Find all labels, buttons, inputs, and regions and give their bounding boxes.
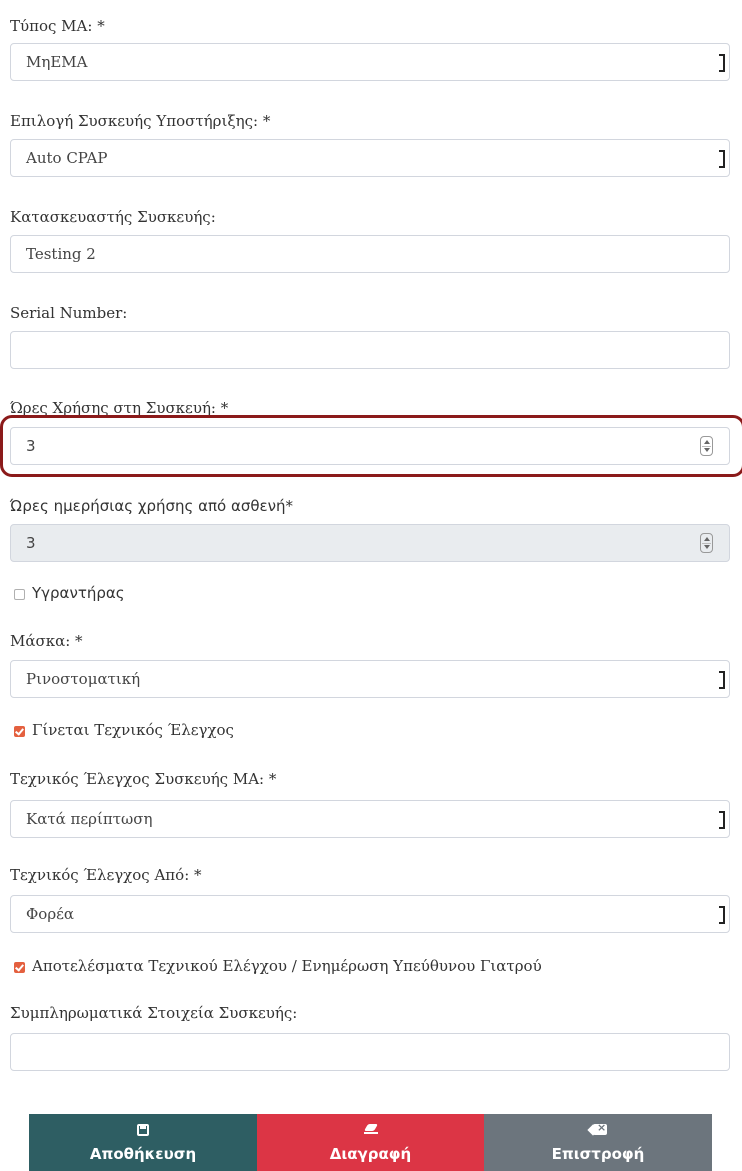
- tech-check-checkbox[interactable]: [14, 726, 25, 737]
- ma-type-value: ΜηΕΜΑ: [26, 53, 88, 71]
- tech-results-label: Αποτελέσματα Τεχνικού Ελέγχου / Ενημέρωσ…: [32, 957, 542, 975]
- dropdown-arrow-icon: [719, 811, 725, 829]
- highlight-box: [0, 415, 742, 477]
- floppy-disk-icon: [137, 1124, 149, 1136]
- extra-info-label: Συμπληρωματικά Στοιχεία Συσκευής:: [10, 1004, 298, 1022]
- daily-hours-label: Ώρες ημερήσιας χρήσης από ασθενή*: [10, 497, 294, 515]
- tech-check-by-label: Τεχνικός Έλεγχος Από: *: [10, 866, 202, 884]
- manufacturer-label: Κατασκευαστής Συσκευής:: [10, 208, 216, 226]
- humidifier-label: Υγραντήρας: [32, 584, 125, 602]
- tech-check-device-label: Τεχνικός Έλεγχος Συσκευής ΜΑ: *: [10, 770, 277, 788]
- tech-results-checkbox[interactable]: [14, 962, 25, 973]
- mask-label: Μάσκα: *: [10, 632, 83, 650]
- eraser-icon: [363, 1124, 378, 1134]
- tech-check-device-value: Κατά περίπτωση: [26, 810, 153, 828]
- back-button-label: Επιστροφή: [551, 1145, 645, 1163]
- save-button-label: Αποθήκευση: [89, 1145, 197, 1163]
- mask-select[interactable]: Ρινοστοματική: [10, 660, 730, 698]
- dropdown-arrow-icon: [719, 150, 725, 168]
- tech-check-by-select[interactable]: Φορέα: [10, 895, 730, 933]
- daily-hours-input: 3: [10, 524, 730, 562]
- number-spinner-icon: [700, 533, 713, 553]
- ma-type-label: Τύπος ΜΑ: *: [10, 17, 105, 35]
- mask-value: Ρινοστοματική: [26, 670, 141, 688]
- extra-info-input[interactable]: [10, 1033, 730, 1071]
- tech-check-by-value: Φορέα: [26, 905, 75, 923]
- backspace-icon: ×: [589, 1121, 607, 1135]
- delete-button-label: Διαγραφή: [329, 1145, 412, 1163]
- tech-check-label: Γίνεται Τεχνικός Έλεγχος: [32, 721, 234, 739]
- serial-number-label: Serial Number:: [10, 304, 128, 322]
- dropdown-arrow-icon: [719, 54, 725, 72]
- serial-number-input[interactable]: [10, 331, 730, 369]
- support-device-label: Επιλογή Συσκευής Υποστήριξης: *: [10, 112, 271, 130]
- manufacturer-value: Testing 2: [26, 245, 96, 263]
- humidifier-checkbox[interactable]: [14, 589, 25, 600]
- daily-hours-value: 3: [26, 534, 36, 552]
- back-button[interactable]: × Επιστροφή: [484, 1114, 712, 1171]
- support-device-value: Auto CPAP: [26, 149, 108, 167]
- tech-check-device-select[interactable]: Κατά περίπτωση: [10, 800, 730, 838]
- save-button[interactable]: Αποθήκευση: [29, 1114, 257, 1171]
- delete-button[interactable]: Διαγραφή: [257, 1114, 484, 1171]
- dropdown-arrow-icon: [719, 671, 725, 689]
- ma-type-select[interactable]: ΜηΕΜΑ: [10, 43, 730, 81]
- dropdown-arrow-icon: [719, 906, 725, 924]
- manufacturer-input[interactable]: Testing 2: [10, 235, 730, 273]
- support-device-select[interactable]: Auto CPAP: [10, 139, 730, 177]
